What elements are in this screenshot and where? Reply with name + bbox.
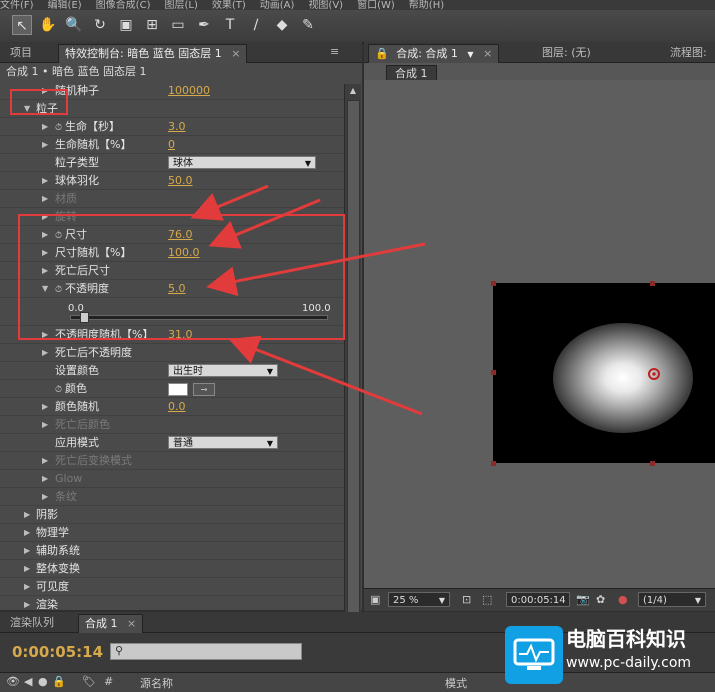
watermark-title: 电脑百科知识 (566, 627, 686, 651)
watermark-url: www.pc-daily.com (566, 655, 692, 671)
arrow-to-size-random (208, 198, 321, 249)
arrow-to-size (190, 184, 269, 221)
monitor-icon (513, 638, 555, 670)
arrow-to-opacity-random (228, 335, 423, 416)
watermark-logo (505, 626, 563, 684)
annotation-arrows (190, 184, 426, 416)
arrow-to-opacity (206, 242, 426, 297)
